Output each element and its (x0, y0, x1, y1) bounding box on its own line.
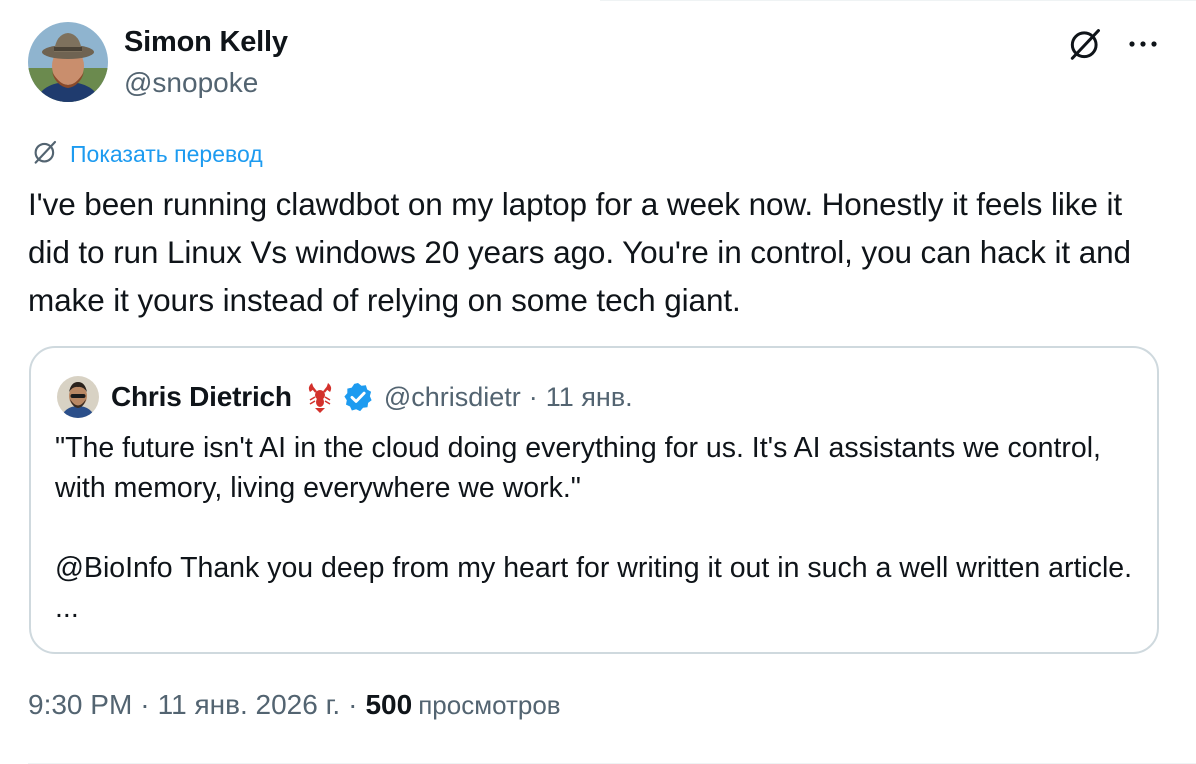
views-label: просмотров (418, 689, 561, 720)
show-translation-label: Показать перевод (70, 140, 263, 167)
author-name[interactable]: Simon Kelly (124, 26, 288, 59)
quoted-author-handle: @chrisdietr (383, 381, 521, 412)
quoted-author-name[interactable]: Chris Dietrich (111, 381, 292, 413)
tweet-time[interactable]: 9:30 PM (28, 689, 132, 721)
lobster-emoji-icon (304, 380, 336, 414)
meta-separator: · (348, 689, 358, 720)
author-avatar[interactable] (28, 22, 108, 102)
quoted-date[interactable]: 11 янв. (546, 382, 633, 413)
more-dots-icon (1128, 35, 1158, 53)
quoted-paragraph-2: @BioInfo Thank you deep from my heart fo… (55, 552, 1133, 624)
more-options-button[interactable] (1120, 24, 1166, 64)
quoted-separator: · (528, 381, 538, 412)
grok-icon (1066, 25, 1104, 68)
author-handle[interactable]: @snopoke (124, 67, 258, 99)
views-count[interactable]: 500 (365, 689, 412, 721)
meta-separator: · (140, 689, 150, 720)
tweet-meta: 9:30 PM · 11 янв. 2026 г. · 500 просмотр… (28, 689, 561, 721)
quoted-text: "The future isn't AI in the cloud doing … (55, 428, 1145, 628)
translate-grok-icon (30, 137, 60, 172)
quoted-paragraph-1: "The future isn't AI in the cloud doing … (55, 432, 1101, 504)
quoted-author-avatar[interactable] (57, 376, 99, 418)
quoted-tweet[interactable]: Chris Dietrich @chrisdietr · 11 янв. "Th… (29, 346, 1159, 654)
verified-badge-icon (342, 381, 374, 413)
top-divider (600, 0, 1196, 1)
tweet-text: I've been running clawdbot on my laptop … (28, 186, 1131, 318)
show-translation-link[interactable]: Показать перевод (30, 139, 263, 169)
quoted-header: Chris Dietrich @chrisdietr · 11 янв. (111, 378, 633, 416)
tweet-date[interactable]: 11 янв. 2026 г. (158, 689, 341, 721)
grok-button[interactable] (1062, 24, 1108, 68)
